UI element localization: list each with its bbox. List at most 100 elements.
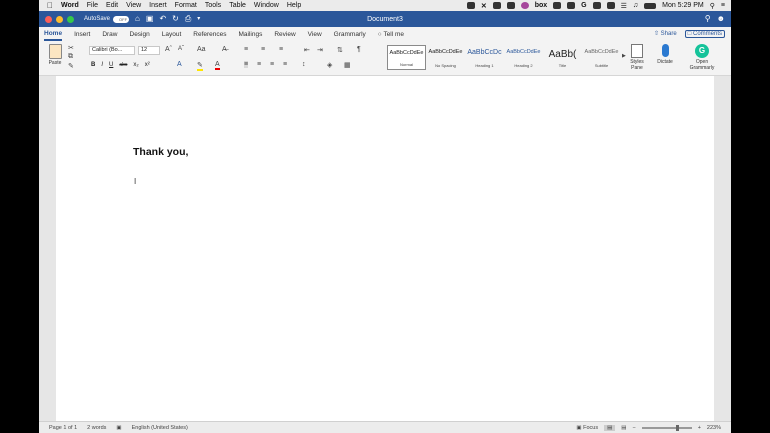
close-x-icon[interactable]: ✕ (481, 2, 487, 10)
menu-table[interactable]: Table (229, 2, 246, 9)
multilevel-list-icon[interactable]: ≡ (279, 46, 283, 53)
paste-button[interactable]: Paste (45, 44, 65, 66)
status-app-icon[interactable] (506, 2, 515, 9)
font-color-icon[interactable]: A (215, 61, 220, 70)
style-title[interactable]: AaBb( Title (543, 45, 582, 70)
menu-file[interactable]: File (87, 2, 98, 9)
italic-button[interactable]: I (101, 62, 103, 68)
style-heading-1[interactable]: AaBbCcDc Heading 1 (465, 45, 504, 70)
shading-icon[interactable]: ◈ (327, 61, 332, 69)
format-painter-icon[interactable]: ✎ (68, 62, 74, 70)
highlight-icon[interactable]: ✎ (197, 61, 203, 71)
search-icon[interactable]: ⚲ (705, 14, 711, 23)
zoom-level[interactable]: 223% (707, 425, 721, 431)
menu-help[interactable]: Help (287, 2, 301, 9)
status-app-icon[interactable] (520, 2, 529, 9)
status-app-icon[interactable] (492, 2, 501, 9)
list-menu-icon[interactable]: ≡ (721, 2, 725, 9)
tab-design[interactable]: Design (130, 29, 150, 40)
tab-grammarly[interactable]: Grammarly (334, 29, 366, 40)
tab-references[interactable]: References (193, 29, 226, 40)
share-button[interactable]: ⇧ Share (654, 30, 677, 38)
google-icon[interactable]: G (581, 2, 586, 9)
menu-edit[interactable]: Edit (106, 2, 118, 9)
line-spacing-icon[interactable]: ↕ (302, 61, 306, 68)
numbering-icon[interactable]: ≡ (261, 46, 265, 53)
decrease-indent-icon[interactable]: ⇤ (304, 46, 310, 54)
zoom-slider[interactable] (641, 424, 692, 431)
autosave-control[interactable]: AutoSave OFF (84, 15, 130, 23)
document-page[interactable]: Thank you, I (56, 76, 714, 421)
tab-mailings[interactable]: Mailings (239, 29, 263, 40)
web-layout-view-icon[interactable]: ▤ (621, 425, 626, 431)
style-normal[interactable]: AaBbCcDdEe Normal (387, 45, 426, 70)
grow-font-icon[interactable]: Aˆ (165, 46, 172, 53)
menu-view[interactable]: View (126, 2, 141, 9)
borders-icon[interactable]: ▦ (344, 61, 351, 69)
style-subtitle[interactable]: AaBbCcDdEe Subtitle (582, 45, 621, 70)
font-name-combo[interactable]: Calibri (Bo... (89, 46, 135, 55)
tab-view[interactable]: View (308, 29, 322, 40)
tab-insert[interactable]: Insert (74, 29, 90, 40)
status-app-icon[interactable] (466, 2, 475, 9)
clock[interactable]: Mon 5:29 PM (662, 2, 704, 9)
shrink-font-icon[interactable]: Aˇ (178, 46, 184, 52)
align-center-icon[interactable]: ≡ (257, 61, 261, 68)
style-no-spacing[interactable]: AaBbCcDdEe No Spacing (426, 45, 465, 70)
status-app-icon[interactable] (606, 2, 615, 9)
page-count[interactable]: Page 1 of 1 (49, 425, 77, 431)
box-icon[interactable]: box (535, 2, 547, 9)
redo-icon[interactable]: ↻ (172, 15, 179, 23)
search-icon[interactable]: ⚲ (710, 2, 715, 10)
pilcrow-icon[interactable]: ¶ (357, 46, 361, 53)
dictate-button[interactable]: Dictate (653, 44, 677, 65)
tab-draw[interactable]: Draw (102, 29, 117, 40)
bullets-icon[interactable]: ≡ (244, 46, 248, 53)
document-body-text[interactable]: Thank you, (133, 146, 188, 158)
align-left-icon[interactable]: ≡ (244, 61, 249, 68)
apple-icon[interactable]:  (47, 1, 53, 10)
justify-icon[interactable]: ≡ (283, 61, 287, 68)
account-icon[interactable]: ☻ (717, 14, 725, 23)
styles-pane-button[interactable]: Styles Pane (625, 44, 649, 71)
customize-toolbar-icon[interactable]: ▾ (197, 15, 200, 23)
superscript-button[interactable]: x² (145, 62, 150, 68)
tab-layout[interactable]: Layout (162, 29, 182, 40)
home-icon[interactable]: ⌂ (135, 15, 140, 23)
status-app-icon[interactable] (592, 2, 601, 9)
close-window-button[interactable] (45, 15, 52, 23)
battery-icon[interactable] (644, 2, 657, 9)
zoom-in-icon[interactable]: + (698, 425, 701, 431)
menu-tools[interactable]: Tools (205, 2, 221, 9)
menu-app-name[interactable]: Word (61, 2, 79, 9)
tab-home[interactable]: Home (44, 28, 63, 41)
menu-insert[interactable]: Insert (149, 2, 167, 9)
undo-icon[interactable]: ↶ (159, 15, 166, 23)
bold-button[interactable]: B (91, 62, 95, 68)
autosave-toggle[interactable]: OFF (113, 15, 130, 23)
sort-icon[interactable]: ⇅ (337, 46, 343, 54)
zoom-slider-thumb[interactable] (675, 424, 679, 431)
volume-icon[interactable]: ♫ (633, 2, 638, 9)
text-effects-icon[interactable]: A (177, 61, 182, 68)
align-right-icon[interactable]: ≡ (270, 61, 274, 68)
word-count[interactable]: 2 words (87, 425, 106, 431)
zoom-out-icon[interactable]: − (632, 425, 635, 431)
focus-button[interactable]: ▣ Focus (576, 425, 598, 431)
tell-me-search[interactable]: ○ Tell me (378, 29, 404, 40)
wifi-icon[interactable]: ☰ (621, 2, 627, 10)
underline-button[interactable]: U (109, 62, 113, 68)
proofing-icon[interactable]: ▣ (116, 425, 121, 431)
status-app-icon[interactable] (553, 2, 562, 9)
status-app-icon[interactable] (567, 2, 576, 9)
save-icon[interactable]: ▣ (146, 15, 154, 23)
subscript-button[interactable]: x₂ (133, 62, 138, 68)
increase-indent-icon[interactable]: ⇥ (317, 46, 323, 54)
zoom-window-button[interactable] (67, 15, 74, 23)
clear-format-icon[interactable]: A̶ (222, 46, 227, 53)
font-size-combo[interactable]: 12 (138, 46, 160, 55)
change-case-icon[interactable]: Aa (197, 46, 206, 53)
print-layout-view-icon[interactable]: ▤ (604, 424, 616, 431)
cut-icon[interactable]: ✂ (68, 44, 74, 52)
print-icon[interactable]: ⎙ (185, 15, 191, 23)
